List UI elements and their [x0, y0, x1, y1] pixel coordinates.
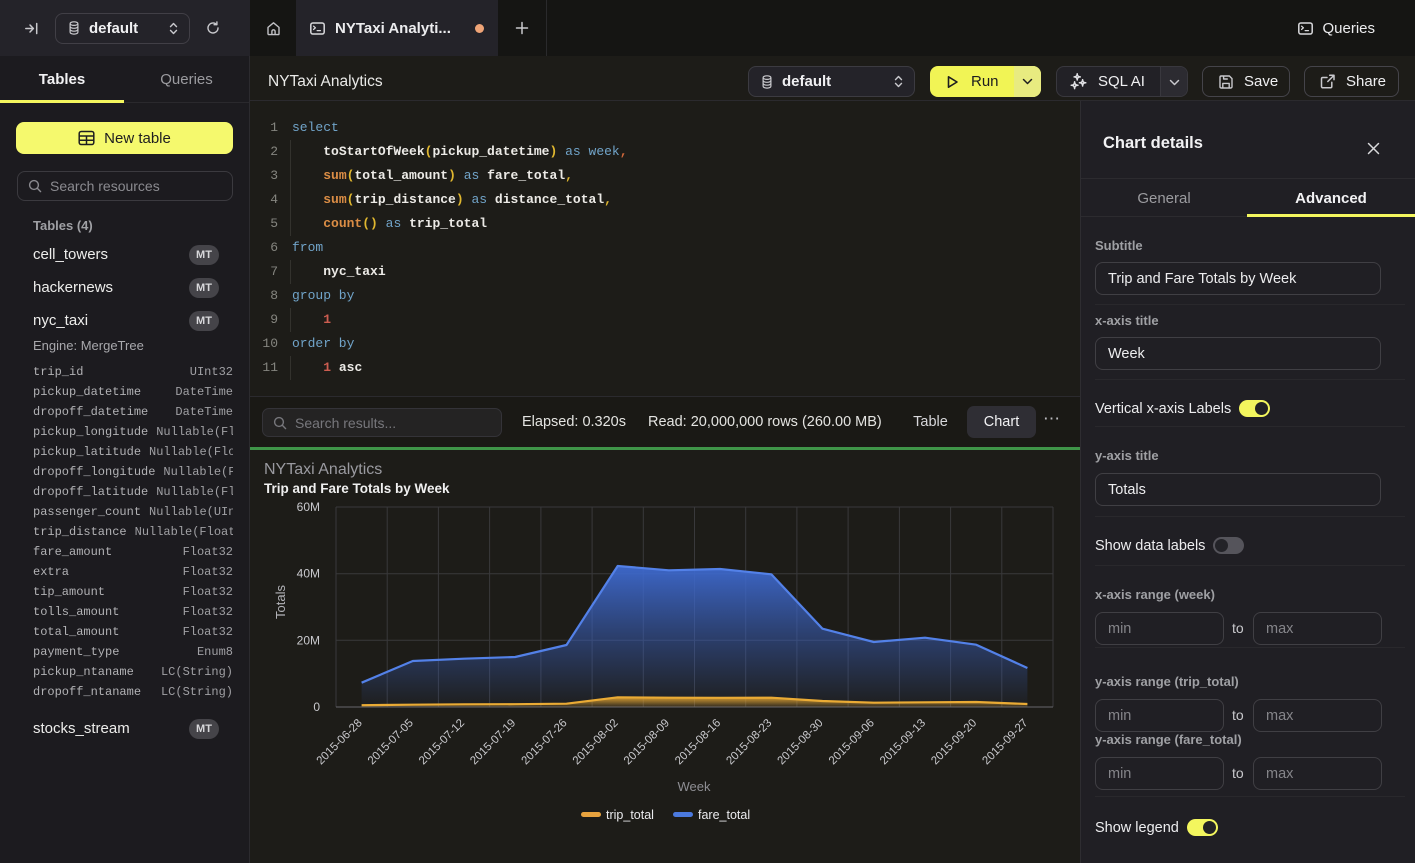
svg-text:2015-09-13: 2015-09-13: [878, 717, 928, 767]
svg-text:Week: Week: [678, 779, 711, 794]
svg-text:2015-07-12: 2015-07-12: [417, 717, 467, 767]
svg-text:NYTaxi Analytics: NYTaxi Analytics: [264, 461, 382, 478]
svg-text:2015-08-23: 2015-08-23: [724, 717, 774, 767]
svg-text:2015-08-16: 2015-08-16: [673, 717, 723, 767]
svg-text:2015-08-02: 2015-08-02: [571, 717, 621, 767]
svg-text:20M: 20M: [297, 633, 320, 647]
svg-text:Trip and Fare Totals by Week: Trip and Fare Totals by Week: [264, 481, 450, 496]
svg-text:2015-06-28: 2015-06-28: [315, 717, 365, 767]
svg-text:0: 0: [313, 700, 320, 714]
svg-text:2015-07-05: 2015-07-05: [366, 717, 416, 767]
svg-text:Totals: Totals: [273, 585, 288, 619]
svg-text:2015-08-09: 2015-08-09: [622, 717, 672, 767]
svg-text:trip_total: trip_total: [606, 808, 654, 822]
svg-text:40M: 40M: [297, 567, 320, 581]
svg-text:fare_total: fare_total: [698, 808, 750, 822]
svg-text:2015-07-19: 2015-07-19: [468, 717, 518, 767]
svg-text:2015-07-26: 2015-07-26: [520, 717, 570, 767]
svg-text:2015-08-30: 2015-08-30: [776, 717, 826, 767]
svg-text:2015-09-06: 2015-09-06: [827, 717, 877, 767]
svg-text:2015-09-20: 2015-09-20: [929, 717, 979, 767]
svg-text:2015-09-27: 2015-09-27: [980, 717, 1030, 767]
svg-text:60M: 60M: [297, 500, 320, 514]
